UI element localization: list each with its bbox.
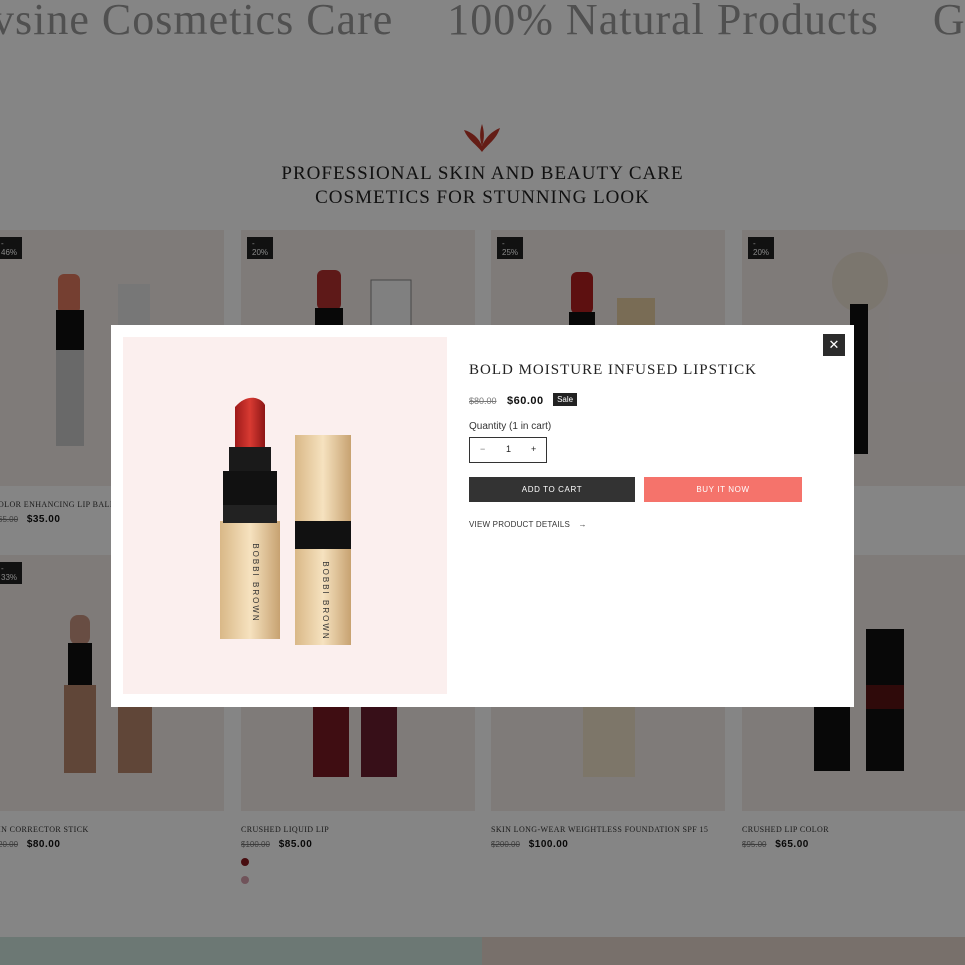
storefront-page: vsine Cosmetics Care 100% Natural Produc…	[0, 0, 965, 965]
brand-text: BOBBI BROWN	[321, 561, 330, 640]
sale-badge: Sale	[553, 393, 578, 406]
close-button[interactable]: ✕	[823, 334, 845, 356]
quick-view-modal: BOBBI BROWN BOBBI BROWN ✕ BOLD MOISTURE …	[111, 325, 854, 707]
view-product-details-link[interactable]: VIEW PRODUCT DETAILS →	[469, 520, 587, 529]
add-to-cart-button[interactable]: ADD TO CART	[469, 477, 635, 502]
minus-button[interactable]: −	[480, 444, 485, 454]
quantity-stepper[interactable]: − 1 +	[469, 437, 547, 463]
modal-old-price: $80.00	[469, 396, 497, 406]
view-details-label: VIEW PRODUCT DETAILS	[469, 520, 571, 529]
buy-it-now-button[interactable]: BUY IT NOW	[644, 477, 802, 502]
modal-product-title: BOLD MOISTURE INFUSED LIPSTICK	[469, 362, 757, 378]
quantity-input[interactable]: 1	[506, 444, 511, 454]
arrow-right-icon: →	[578, 520, 587, 529]
brand-text: BOBBI BROWN	[251, 543, 260, 622]
quantity-label: Quantity (1 in cart)	[469, 421, 552, 432]
plus-button[interactable]: +	[531, 444, 536, 454]
close-icon: ✕	[828, 337, 840, 352]
modal-sale-price: $60.00	[506, 395, 544, 407]
modal-price: $80.00 $60.00 Sale	[469, 391, 578, 409]
modal-product-image: BOBBI BROWN BOBBI BROWN	[123, 337, 447, 694]
lipstick-product-illustration: BOBBI BROWN BOBBI BROWN	[220, 397, 351, 645]
